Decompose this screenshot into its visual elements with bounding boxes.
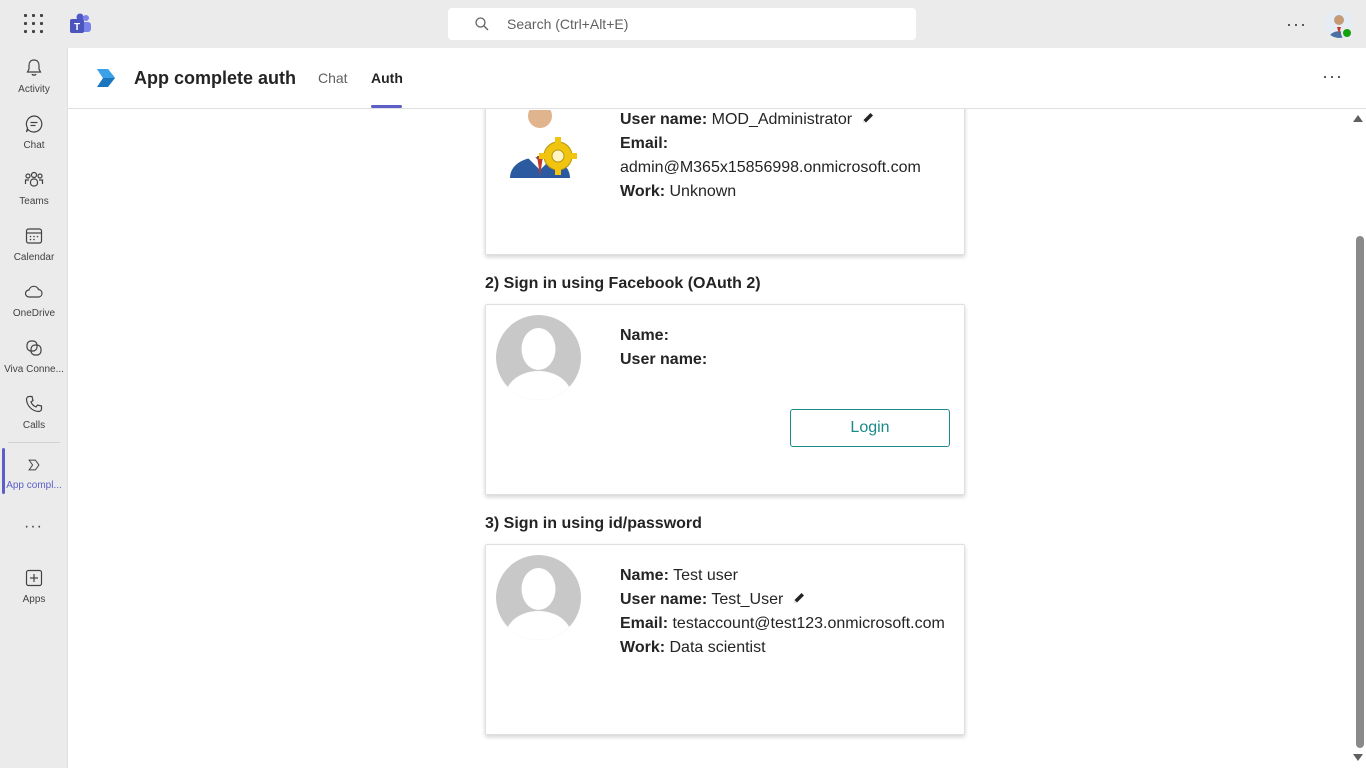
add-app-icon	[25, 569, 43, 587]
name-row: Name: Test user	[620, 564, 945, 588]
email-label: Email:	[620, 615, 669, 632]
app-header: App complete auth Chat Auth ···	[68, 48, 1366, 109]
app-icon	[28, 459, 40, 471]
username-row: User name:	[620, 348, 707, 372]
work-row: Work: Unknown	[620, 180, 921, 204]
app-title: App complete auth	[134, 68, 297, 88]
rail-label: OneDrive	[12, 308, 56, 319]
rail-item-onedrive[interactable]: OneDrive	[0, 282, 68, 334]
email-row: Email: testaccount@test123.onmicrosoft.c…	[620, 612, 945, 636]
viva-icon	[26, 340, 42, 356]
scroll-down-arrow-icon[interactable]	[1353, 754, 1363, 761]
name-value: Test user	[673, 567, 738, 584]
bell-icon	[26, 59, 42, 76]
app-launcher-icon[interactable]	[24, 14, 44, 34]
work-row: Work: Data scientist	[620, 636, 945, 660]
username-value: MOD_Administrator	[711, 111, 853, 128]
search-placeholder: Search (Ctrl+Alt+E)	[507, 16, 629, 32]
username-value: Test_User	[711, 591, 784, 608]
phone-icon	[25, 395, 43, 413]
rail-label: App compl...	[6, 480, 62, 491]
cloud-icon	[24, 285, 43, 298]
auth-content: User name: MOD_Administrator Email: admi…	[68, 109, 1366, 768]
work-value: Unknown	[669, 183, 737, 200]
username-row: User name: Test_User	[620, 588, 945, 612]
chat-icon	[25, 115, 43, 133]
search-icon	[475, 17, 489, 31]
search-box[interactable]: Search (Ctrl+Alt+E)	[448, 8, 916, 40]
work-label: Work:	[620, 639, 666, 656]
password-section-title: 3) Sign in using id/password	[485, 515, 702, 532]
facebook-user-info: Name: User name:	[620, 324, 707, 372]
presence-available-icon	[1341, 27, 1353, 39]
username-row: User name: MOD_Administrator	[620, 109, 921, 132]
rail-label: Calls	[22, 420, 46, 431]
name-label: Name:	[620, 327, 669, 344]
placeholder-avatar-icon	[496, 315, 581, 400]
rail-label: Chat	[23, 140, 45, 151]
name-label: Name:	[620, 567, 669, 584]
more-options-icon[interactable]: ···	[1322, 66, 1343, 87]
edit-pencil-icon[interactable]	[792, 591, 806, 605]
rail-label: Activity	[18, 84, 50, 95]
tab-chat[interactable]: Chat	[318, 70, 348, 86]
teams-icon	[24, 171, 44, 187]
work-label: Work:	[620, 183, 666, 200]
scroll-up-arrow-icon[interactable]	[1353, 115, 1363, 122]
work-value: Data scientist	[669, 639, 766, 656]
edit-pencil-icon[interactable]	[861, 111, 875, 125]
rail-item-calls[interactable]: Calls	[0, 394, 68, 446]
placeholder-avatar-icon	[496, 555, 581, 640]
rail-label: Apps	[22, 594, 46, 605]
rail-item-app-complete-auth[interactable]: App compl...	[0, 458, 68, 510]
name-row: Name:	[620, 324, 707, 348]
rail-label: Teams	[19, 196, 49, 207]
rail-item-calendar[interactable]: Calendar	[0, 226, 68, 278]
tab-auth[interactable]: Auth	[371, 70, 403, 86]
scroll-thumb[interactable]	[1356, 236, 1364, 748]
rail-item-viva-connections[interactable]: Viva Conne...	[0, 338, 68, 390]
rail-item-apps[interactable]: Apps	[0, 568, 68, 620]
svg-text:T: T	[74, 22, 80, 33]
rail-divider	[8, 442, 60, 443]
email-label: Email:	[620, 135, 669, 152]
username-label: User name:	[620, 591, 708, 608]
admin-user-info: User name: MOD_Administrator Email: admi…	[620, 109, 921, 204]
facebook-signin-card: Name: User name: Login	[485, 304, 965, 495]
settings-more-icon[interactable]: ···	[1286, 14, 1308, 34]
more-apps-icon[interactable]: ···	[24, 518, 43, 536]
facebook-section-title: 2) Sign in using Facebook (OAuth 2)	[485, 275, 761, 292]
test-user-info: Name: Test user User name: Test_User Ema…	[620, 564, 945, 660]
calendar-icon	[25, 228, 43, 244]
password-signin-card: Name: Test user User name: Test_User Ema…	[485, 544, 965, 735]
email-value: testaccount@test123.onmicrosoft.com	[672, 615, 945, 632]
rail-item-chat[interactable]: Chat	[0, 114, 68, 166]
email-row: Email:	[620, 132, 921, 156]
teams-logo-icon: T	[70, 13, 91, 33]
admin-avatar-icon	[510, 110, 577, 178]
rail-item-teams[interactable]: Teams	[0, 170, 68, 222]
microsoft-signin-card: User name: MOD_Administrator Email: admi…	[485, 109, 965, 255]
username-label: User name:	[620, 351, 708, 368]
active-tab-indicator	[371, 105, 402, 108]
rail-label: Viva Conne...	[4, 364, 64, 375]
rail-item-activity[interactable]: Activity	[0, 58, 68, 110]
app-logo-icon	[97, 69, 115, 87]
left-rail: Activity Chat Teams Calendar OneDrive Vi…	[0, 48, 68, 768]
facebook-login-button[interactable]: Login	[790, 409, 950, 447]
email-value: admin@M365x15856998.onmicrosoft.com	[620, 159, 921, 176]
username-label: User name:	[620, 111, 708, 128]
vertical-scrollbar[interactable]	[1352, 109, 1366, 768]
top-bar: T Search (Ctrl+Alt+E) ···	[0, 0, 1366, 48]
rail-label: Calendar	[13, 252, 55, 263]
